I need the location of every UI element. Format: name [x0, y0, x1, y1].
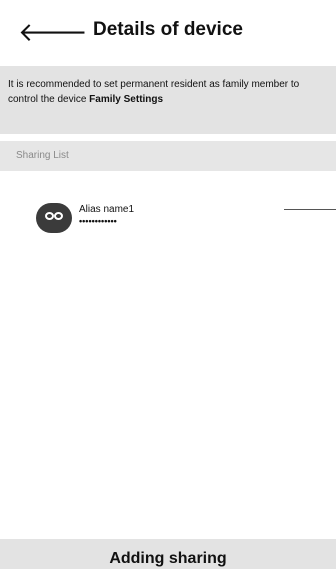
masked-account: ••••••••••••	[79, 216, 117, 226]
page-title: Details of device	[93, 19, 243, 40]
list-item[interactable]: Alias name1 ••••••••••••	[0, 188, 336, 238]
alias-name: Alias name1	[79, 204, 135, 215]
adding-sharing-button[interactable]: Adding sharing	[0, 539, 336, 569]
divider	[0, 134, 336, 141]
header: 🡐 Details of device	[0, 0, 336, 67]
family-notice: It is recommended to set permanent resid…	[0, 66, 336, 134]
row-divider-line	[284, 209, 336, 210]
user-avatar-icon	[36, 203, 72, 233]
family-settings-link[interactable]: Family Settings	[89, 94, 163, 105]
section-header-sharing-list: Sharing List	[0, 141, 336, 171]
